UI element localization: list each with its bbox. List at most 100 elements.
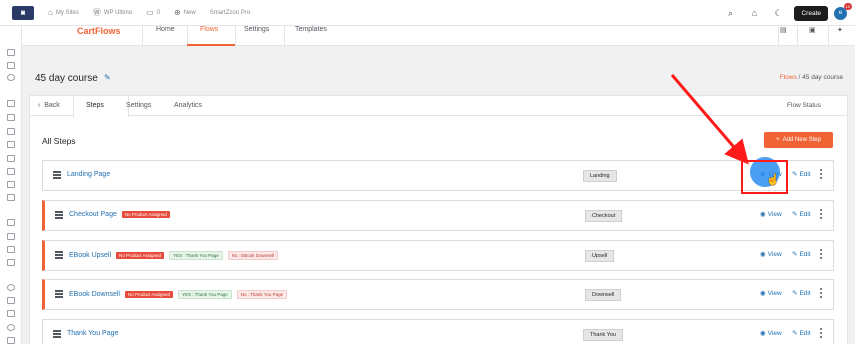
step-name-label[interactable]: Landing Page xyxy=(67,171,110,178)
no-product-tag: No Product Assigned xyxy=(116,252,165,259)
more-options-icon[interactable] xyxy=(820,209,823,221)
user-avatar[interactable]: e 10 xyxy=(834,2,852,20)
step-name-label[interactable]: Checkout Page xyxy=(69,211,117,218)
all-steps-heading: All Steps xyxy=(42,136,76,146)
step-row-landing[interactable]: Landing Page Landing ◉View ✎Edit xyxy=(42,160,834,191)
step-type-badge: Landing xyxy=(583,170,617,182)
tab-analytics[interactable]: Analytics xyxy=(174,102,202,109)
clock-icon[interactable] xyxy=(7,74,15,81)
admin-sidebar xyxy=(0,26,22,344)
pencil-icon: ✎ xyxy=(792,290,798,297)
new-content-menu[interactable]: ⊕ New xyxy=(174,8,196,17)
tools-icon[interactable] xyxy=(7,324,15,331)
users-icon[interactable] xyxy=(7,310,15,317)
tab-steps[interactable]: Steps xyxy=(86,102,104,109)
moon-icon[interactable]: ☾ xyxy=(766,8,790,19)
view-step-button[interactable]: ◉View xyxy=(760,289,782,298)
step-name[interactable]: Checkout Page No Product Assigned xyxy=(69,211,170,218)
tab-settings[interactable]: Settings xyxy=(126,102,151,109)
step-name[interactable]: EBook Upsell No Product Assigned YES : T… xyxy=(69,251,279,260)
drag-handle-icon[interactable] xyxy=(53,330,61,338)
drag-handle-icon[interactable] xyxy=(55,290,63,298)
elementor-icon[interactable] xyxy=(7,246,15,253)
tab-back[interactable]: ‹ Back xyxy=(38,102,60,109)
step-row-checkout[interactable]: Checkout Page No Product Assigned Checko… xyxy=(42,200,834,231)
templates-icon[interactable] xyxy=(7,259,15,266)
site-name-menu[interactable]: SmartZzoo Pro xyxy=(210,10,250,16)
step-row-thank-you[interactable]: Thank You Page Thank You ◉ View ✎ Edit xyxy=(42,319,834,344)
edit-label: Edit xyxy=(799,210,811,218)
support-icon[interactable]: ✦ xyxy=(837,26,843,34)
drag-handle-icon[interactable] xyxy=(55,211,63,219)
settings-icon[interactable] xyxy=(7,337,15,344)
nav-flows[interactable]: Flows xyxy=(200,26,218,33)
breadcrumb-flows-link[interactable]: Flows xyxy=(780,74,797,81)
view-step-button[interactable]: ◉View xyxy=(760,329,782,338)
add-new-step-button[interactable]: + Add New Step xyxy=(764,132,833,148)
more-options-icon[interactable] xyxy=(820,169,823,181)
edit-step-button[interactable]: ✎ Edit xyxy=(792,210,811,219)
grid-icon[interactable] xyxy=(7,62,15,69)
no-route-tag: No : EBook Downsell xyxy=(227,251,279,260)
annotation-highlight-box xyxy=(741,160,788,194)
my-sites-menu[interactable]: ⌂ My Sites xyxy=(48,8,79,17)
video-icon[interactable]: ▣ xyxy=(809,26,816,34)
nav-templates[interactable]: Templates xyxy=(295,26,327,33)
docs-icon[interactable]: ▤ xyxy=(780,26,787,34)
media-icon[interactable] xyxy=(7,100,15,107)
eye-icon: ◉ xyxy=(760,330,766,337)
yes-route-tag: YES : Thank You Page xyxy=(169,251,223,260)
step-name-label[interactable]: EBook Upsell xyxy=(69,252,111,259)
step-name-label[interactable]: EBook Downsell xyxy=(69,291,120,298)
view-step-button[interactable]: ◉View xyxy=(760,250,782,259)
comments-sidebar-icon[interactable] xyxy=(7,128,15,135)
nav-settings[interactable]: Settings xyxy=(244,26,269,33)
edit-step-button[interactable]: ✎ Edit xyxy=(792,170,811,179)
analytics-icon[interactable] xyxy=(7,194,15,201)
appearance-icon[interactable] xyxy=(7,284,15,291)
comments-count: 0 xyxy=(156,9,160,16)
create-button[interactable]: Create xyxy=(794,5,828,21)
view-step-button[interactable]: ◉View xyxy=(760,210,782,219)
step-name-label[interactable]: Thank You Page xyxy=(67,330,118,337)
notification-badge: 10 xyxy=(843,2,852,10)
step-row-downsell[interactable]: EBook Downsell No Product Assigned YES :… xyxy=(42,279,834,310)
step-name[interactable]: Thank You Page xyxy=(67,330,118,337)
marketing-icon[interactable] xyxy=(7,233,15,240)
drag-handle-icon[interactable] xyxy=(55,251,63,259)
step-row-upsell[interactable]: EBook Upsell No Product Assigned YES : T… xyxy=(42,240,834,271)
pencil-icon: ✎ xyxy=(792,171,798,178)
more-options-icon[interactable] xyxy=(820,288,823,300)
home-icon[interactable]: ⌂ xyxy=(742,8,766,18)
edit-step-button[interactable]: ✎ Edit xyxy=(792,289,811,298)
search-icon[interactable]: ⌕ xyxy=(718,8,742,19)
plugins-icon[interactable] xyxy=(7,297,15,304)
feedback-icon[interactable] xyxy=(7,155,15,162)
woocommerce-icon[interactable] xyxy=(7,219,15,226)
comments-menu[interactable]: ▭ 0 xyxy=(146,8,160,17)
cartflows-logo[interactable]: CartFlows xyxy=(77,26,121,36)
site-name-label: SmartZzoo Pro xyxy=(209,9,251,16)
forms-icon[interactable] xyxy=(7,141,15,148)
flows-icon[interactable] xyxy=(7,168,15,175)
wp-ultimo-menu[interactable]: Ⓦ WP Ultimo xyxy=(93,7,132,18)
products-icon[interactable] xyxy=(7,181,15,188)
edit-title-pencil-icon[interactable]: ✎ xyxy=(104,73,111,82)
step-name[interactable]: EBook Downsell No Product Assigned YES :… xyxy=(69,290,288,299)
dashboard-icon[interactable] xyxy=(7,49,15,56)
drag-handle-icon[interactable] xyxy=(53,171,61,179)
edit-step-button[interactable]: ✎ Edit xyxy=(792,250,811,259)
view-label: View xyxy=(767,329,782,337)
more-options-icon[interactable] xyxy=(820,249,823,261)
pages-icon[interactable] xyxy=(7,114,15,121)
more-options-icon[interactable] xyxy=(820,328,823,340)
site-logo[interactable]: ▣ xyxy=(12,5,34,20)
step-name[interactable]: Landing Page xyxy=(67,171,110,178)
breadcrumb-current: / 45 day course xyxy=(796,74,843,81)
step-type-badge: Upsell xyxy=(585,250,615,262)
nav-home[interactable]: Home xyxy=(156,26,175,33)
pencil-icon: ✎ xyxy=(792,211,798,218)
comment-icon: ▭ xyxy=(146,8,154,17)
edit-step-button[interactable]: ✎ Edit xyxy=(792,329,811,338)
breadcrumb: Flows / 45 day course xyxy=(780,74,843,81)
